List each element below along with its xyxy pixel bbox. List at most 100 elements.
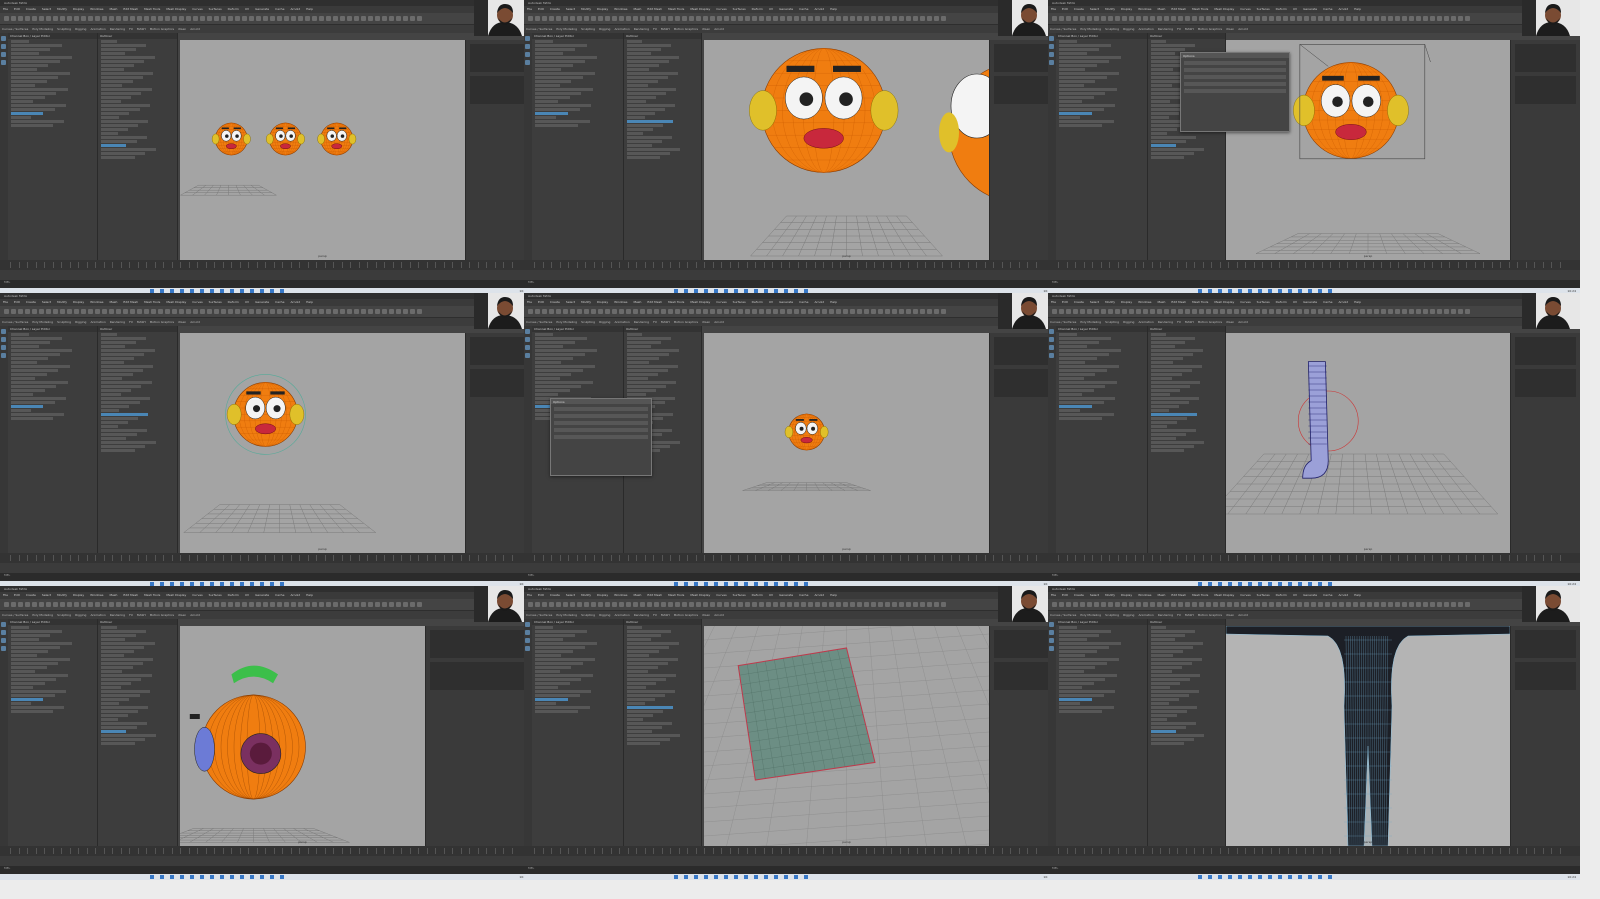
outliner-item[interactable]: [535, 44, 587, 47]
shelf-tool-icon[interactable]: [256, 309, 261, 314]
outliner-item[interactable]: [1059, 120, 1114, 123]
shelf-tab[interactable]: Rigging: [75, 320, 86, 324]
shelf-tool-icon[interactable]: [745, 16, 750, 21]
menu-item[interactable]: Edit: [538, 300, 544, 304]
outliner-item[interactable]: [1059, 654, 1086, 657]
outliner-item[interactable]: [101, 136, 147, 139]
outliner-item[interactable]: [101, 60, 145, 63]
shelf-tool-icon[interactable]: [542, 16, 547, 21]
shelf-tool-icon[interactable]: [640, 16, 645, 21]
menu-item[interactable]: UV: [1293, 300, 1297, 304]
outliner-item[interactable]: [535, 349, 597, 352]
shelf-tab[interactable]: MASH: [1185, 27, 1194, 31]
shelf-tool-icon[interactable]: [689, 309, 694, 314]
outliner-item[interactable]: [627, 714, 654, 717]
shelf-tab[interactable]: Rigging: [75, 27, 86, 31]
select-tool-icon[interactable]: [1049, 329, 1054, 334]
shelf-tool-icon[interactable]: [1269, 309, 1274, 314]
shelf-tool-icon[interactable]: [836, 309, 841, 314]
shelf-tool-icon[interactable]: [892, 602, 897, 607]
outliner-item[interactable]: [1151, 84, 1172, 87]
menu-item[interactable]: Deform: [1276, 7, 1287, 11]
shelf-tool-icon[interactable]: [1297, 309, 1302, 314]
shelf-tool-icon[interactable]: [1374, 16, 1379, 21]
viewport-persp[interactable]: persp: [704, 40, 989, 260]
taskbar-app-icon[interactable]: [170, 875, 174, 879]
shelf-tab[interactable]: MASH: [1185, 613, 1194, 617]
shelf-tool-icon[interactable]: [228, 16, 233, 21]
menu-item[interactable]: Edit: [1062, 300, 1068, 304]
scale-tool-icon[interactable]: [525, 646, 530, 651]
outliner-item[interactable]: [101, 738, 146, 741]
outliner-item[interactable]: [11, 341, 51, 344]
shelf-tool-icon[interactable]: [46, 602, 51, 607]
shelf-tool-icon[interactable]: [186, 16, 191, 21]
menu-item[interactable]: Display: [1121, 593, 1132, 597]
menu-item[interactable]: Display: [73, 300, 84, 304]
outliner-item[interactable]: [1151, 377, 1172, 380]
shelf-tool-icon[interactable]: [1052, 16, 1057, 21]
shelf-tool-icon[interactable]: [1339, 16, 1344, 21]
outliner-item[interactable]: [1059, 64, 1098, 67]
outliner-item[interactable]: [1151, 449, 1185, 452]
outliner-item[interactable]: [535, 658, 596, 661]
shelf-tool-icon[interactable]: [745, 602, 750, 607]
shelf-tool-icon[interactable]: [822, 602, 827, 607]
shelf-tab[interactable]: Animation: [614, 27, 629, 31]
outliner-item[interactable]: [11, 84, 36, 87]
outliner-item[interactable]: [101, 646, 145, 649]
shelf-tool-icon[interactable]: [291, 16, 296, 21]
shelf-tool-icon[interactable]: [1248, 602, 1253, 607]
outliner-item[interactable]: [1151, 64, 1184, 67]
outliner-item[interactable]: [1151, 80, 1182, 83]
shelf-tool-icon[interactable]: [158, 602, 163, 607]
shelf-tool-icon[interactable]: [1416, 602, 1421, 607]
scale-tool-icon[interactable]: [1, 646, 6, 651]
shelf-tab[interactable]: Sculpting: [57, 320, 71, 324]
time-slider[interactable]: [0, 553, 532, 563]
outliner-item[interactable]: [535, 100, 558, 103]
shelf-tool-icon[interactable]: [584, 602, 589, 607]
time-slider[interactable]: [524, 553, 1056, 563]
outliner-item[interactable]: [1151, 634, 1185, 637]
shelf-tool-icon[interactable]: [1108, 16, 1113, 21]
shelf-tool-icon[interactable]: [605, 16, 610, 21]
shelf-tool-icon[interactable]: [109, 309, 114, 314]
menu-item[interactable]: Generate: [255, 7, 269, 11]
menu-item[interactable]: Cache: [275, 593, 284, 597]
outliner-item[interactable]: [1059, 385, 1106, 388]
shelf-tool-icon[interactable]: [920, 602, 925, 607]
shelf-tool-icon[interactable]: [1255, 16, 1260, 21]
outliner-item[interactable]: [11, 96, 45, 99]
shelf-tab[interactable]: FX: [129, 27, 133, 31]
outliner-item[interactable]: [101, 341, 136, 344]
shelf-tool-icon[interactable]: [102, 309, 107, 314]
outliner-item[interactable]: [101, 373, 133, 376]
outliner-item[interactable]: [101, 433, 137, 436]
shelf-tool-icon[interactable]: [864, 602, 869, 607]
shelf-tool-icon[interactable]: [242, 16, 247, 21]
outliner-item[interactable]: [11, 100, 34, 103]
outliner-item[interactable]: [101, 357, 135, 360]
shelf-tool-icon[interactable]: [1297, 16, 1302, 21]
outliner-item[interactable]: [1059, 337, 1111, 340]
shelf-tool-icon[interactable]: [270, 602, 275, 607]
shelf-tool-icon[interactable]: [738, 16, 743, 21]
shelf-tool-icon[interactable]: [1171, 16, 1176, 21]
shelf-tool-icon[interactable]: [661, 309, 666, 314]
shelf-tab[interactable]: Animation: [614, 613, 629, 617]
menu-item[interactable]: File: [527, 593, 532, 597]
shelf-tool-icon[interactable]: [1087, 16, 1092, 21]
shelf-tool-icon[interactable]: [137, 602, 142, 607]
shelf-tool-icon[interactable]: [682, 309, 687, 314]
outliner-item[interactable]: [1059, 710, 1102, 713]
move-tool-icon[interactable]: [1049, 44, 1054, 49]
menu-item[interactable]: Arnold: [814, 593, 824, 597]
menu-item[interactable]: Modify: [1105, 7, 1115, 11]
menu-item[interactable]: Edit: [14, 593, 20, 597]
shelf-tool-icon[interactable]: [605, 309, 610, 314]
outliner-item[interactable]: [101, 742, 135, 745]
shelf-tool-icon[interactable]: [403, 16, 408, 21]
outliner-item[interactable]: [101, 650, 135, 653]
outliner-item[interactable]: [535, 76, 584, 79]
